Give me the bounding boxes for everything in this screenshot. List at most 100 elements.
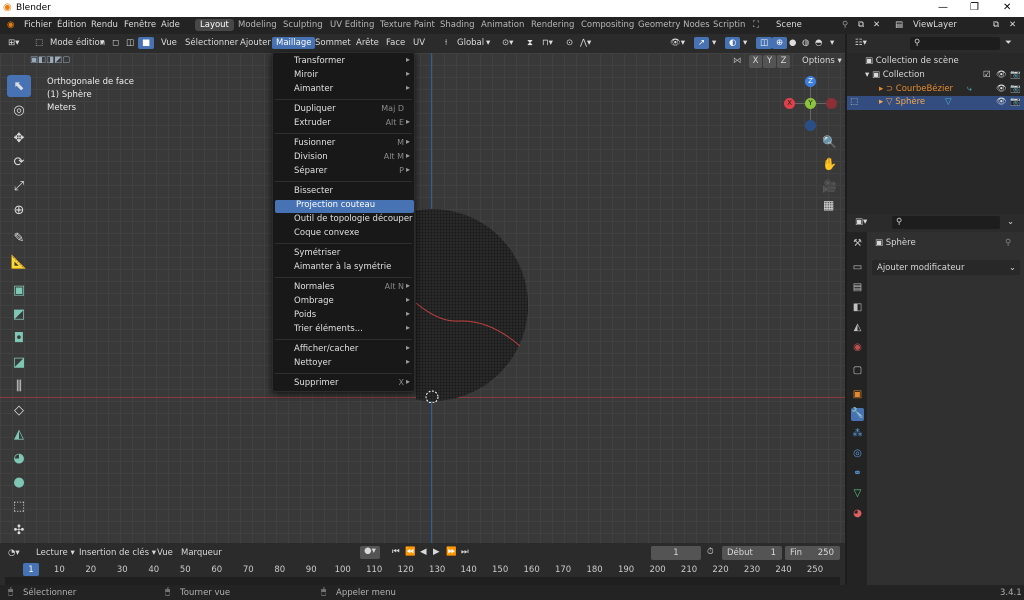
vertex-select-icon[interactable]: ◻ (112, 38, 119, 48)
pivot-icon[interactable]: ⊙▾ (502, 38, 513, 48)
start-frame-field[interactable]: Début 1 (722, 546, 782, 560)
scene-tab-icon[interactable]: ◭ (851, 322, 864, 335)
smooth-icon[interactable]: ● (7, 471, 31, 493)
transform-orientation-icon[interactable]: ⟊ (445, 38, 447, 48)
transform-icon[interactable]: ⊕ (7, 199, 31, 221)
menu-vertex[interactable]: Sommet (315, 38, 351, 48)
shading-material-icon[interactable]: ◍ (802, 38, 809, 48)
mirror-icon[interactable]: ⋈ (733, 56, 742, 66)
mesh-menu-item[interactable]: Poids ▸ (273, 309, 414, 323)
particles-tab-icon[interactable]: ⁂ (851, 428, 864, 441)
tab-compositing[interactable]: Compositing (581, 20, 634, 30)
editor-type-icon[interactable]: ⊞▾ (8, 38, 19, 48)
measure-icon[interactable]: 📐 (7, 251, 31, 273)
tab-texture-paint[interactable]: Texture Paint (380, 20, 435, 30)
zoom-icon[interactable]: 🔍 (822, 135, 837, 149)
mesh-menu-item[interactable]: Trier éléments... ▸ (273, 323, 414, 337)
eye-icon[interactable]: 👁 (996, 97, 1007, 107)
mesh-menu-item[interactable]: Ombrage ▸ (273, 295, 414, 309)
timeline-playback-menu[interactable]: Lecture ▾ (36, 548, 75, 558)
inset-icon[interactable]: ◘ (7, 327, 31, 349)
scale-icon[interactable]: ⤢ (7, 175, 31, 197)
delete-scene-icon[interactable]: ✕ (873, 20, 880, 30)
timeline-keying-menu[interactable]: Insertion de clés ▾ (79, 548, 156, 558)
mesh-menu-item[interactable]: Dupliquer Maj D (273, 104, 414, 117)
jump-start-icon[interactable]: ⏮ (392, 547, 400, 557)
editor-type-icon[interactable]: ◔▾ (8, 548, 20, 558)
camera-view-icon[interactable]: 🎥 (822, 179, 837, 193)
extrude-icon[interactable]: ◩ (7, 303, 31, 325)
transform-orientation-dropdown[interactable]: Global (457, 38, 484, 48)
xray-toggle-icon[interactable]: ◫ (756, 37, 773, 49)
constraints-tab-icon[interactable]: ⚭ (851, 468, 864, 481)
current-frame-field[interactable]: 1 (651, 546, 701, 560)
auto-key-button[interactable]: ●▾ (360, 546, 380, 559)
eye-icon[interactable]: 👁 (996, 84, 1007, 94)
tab-shading[interactable]: Shading (440, 20, 475, 30)
mirror-z-toggle[interactable]: Z (777, 55, 790, 68)
minimize-icon[interactable]: — (938, 2, 948, 13)
pin-icon[interactable]: ⚲ (1005, 238, 1011, 248)
mesh-menu-item[interactable]: Division Alt M ▸ (273, 151, 414, 165)
overlay-toggle-icon[interactable]: ◐ (725, 37, 741, 49)
modifier-tab-icon[interactable]: 🔧 (851, 408, 864, 421)
curve-object-row[interactable]: ▸ ⊃ CourbeBézier ⤷ 👁 📷 (879, 84, 1021, 94)
gizmo-dropdown-icon[interactable]: ▾ (712, 38, 716, 48)
mesh-menu-item[interactable]: Transformer ▸ (273, 55, 414, 69)
material-tab-icon[interactable]: ◕ (851, 508, 864, 521)
mesh-menu-item[interactable]: Nettoyer ▸ (273, 357, 414, 371)
mesh-menu-item[interactable]: Outil de topologie découper (273, 214, 414, 227)
edge-slide-icon[interactable]: ⬚ (7, 495, 31, 517)
menu-face[interactable]: Face (386, 38, 405, 48)
annotate-icon[interactable]: ✎ (7, 227, 31, 249)
mirror-y-toggle[interactable]: Y (763, 55, 776, 68)
collection-row[interactable]: ▾ ▣ Collection ☑ 👁 📷 (865, 70, 1021, 80)
mesh-menu-item[interactable]: Supprimer X ▸ (273, 377, 414, 391)
timeline-view-menu[interactable]: Vue (157, 548, 173, 558)
stopwatch-icon[interactable]: ⏱ (707, 547, 714, 557)
camera-icon[interactable]: 📷 (1010, 97, 1021, 107)
tool-tab-icon[interactable]: ⚒ (851, 238, 864, 251)
shading-rendered-icon[interactable]: ◓ (815, 38, 822, 48)
gizmo-z-axis[interactable]: Z (805, 76, 816, 87)
close-icon[interactable]: ✕ (1003, 2, 1011, 13)
face-select-icon[interactable]: ■ (138, 37, 155, 49)
display-mode-icon[interactable]: ☷▾ (855, 38, 867, 48)
new-scene-icon[interactable]: ⧉ (858, 20, 864, 30)
options-icon[interactable]: ⌄ (1007, 217, 1014, 227)
object-tab-icon[interactable]: ▣ (851, 389, 864, 402)
menu-edge[interactable]: Arête (356, 38, 379, 48)
delete-view-layer-icon[interactable]: ✕ (1009, 20, 1016, 30)
mesh-menu-item[interactable]: Afficher/cacher ▸ (273, 343, 414, 357)
menu-view[interactable]: Vue (161, 38, 177, 48)
mesh-menu-item[interactable]: Bissecter (273, 186, 414, 199)
mesh-menu-item[interactable]: Aimanter à la symétrie (273, 262, 414, 275)
snap-target-icon[interactable]: ⊓▾ (542, 38, 553, 48)
select-box-mode-icons[interactable]: ▣◧◨◩▢ (30, 55, 70, 65)
timeline-track[interactable] (5, 577, 840, 585)
menu-select[interactable]: Sélectionner (185, 38, 238, 48)
filter-icon[interactable]: ⏷ (1005, 38, 1012, 48)
add-cube-icon[interactable]: ▣ (7, 279, 31, 301)
jump-end-icon[interactable]: ⏭ (461, 547, 469, 557)
mesh-menu-item[interactable]: Normales Alt N ▸ (273, 281, 414, 295)
mesh-menu-item[interactable]: Symétriser (273, 248, 414, 261)
gizmo-neg-z-axis[interactable] (805, 120, 816, 131)
menu-file[interactable]: Fichier (24, 20, 52, 30)
menu-render[interactable]: Rendu (91, 20, 118, 30)
render-tab-icon[interactable]: ▭ (851, 262, 864, 275)
edge-select-icon[interactable]: ◫ (126, 38, 134, 48)
loop-cut-icon[interactable]: ⫼ (7, 375, 31, 397)
outliner-search-input[interactable]: ⚲ (910, 37, 1000, 50)
3d-viewport[interactable]: Orthogonale de face (1) Sphère Meters ⋈ … (0, 53, 845, 543)
shading-wireframe-icon[interactable]: ⊕ (772, 37, 788, 49)
mesh-menu-item[interactable]: Coque convexe (273, 228, 414, 241)
tab-rendering[interactable]: Rendering (531, 20, 574, 30)
play-icon[interactable]: ▶ (433, 547, 440, 557)
scene-name[interactable]: Scene (776, 20, 802, 30)
falloff-icon[interactable]: ⋀▾ (580, 38, 591, 48)
play-reverse-icon[interactable]: ◀ (420, 547, 427, 557)
gizmo-y-axis[interactable]: Y (805, 98, 816, 109)
poly-build-icon[interactable]: ◭ (7, 423, 31, 445)
sphere-object-row[interactable]: ⬚ ▸ ▽ Sphère ▽ 👁 📷 (847, 96, 1024, 110)
